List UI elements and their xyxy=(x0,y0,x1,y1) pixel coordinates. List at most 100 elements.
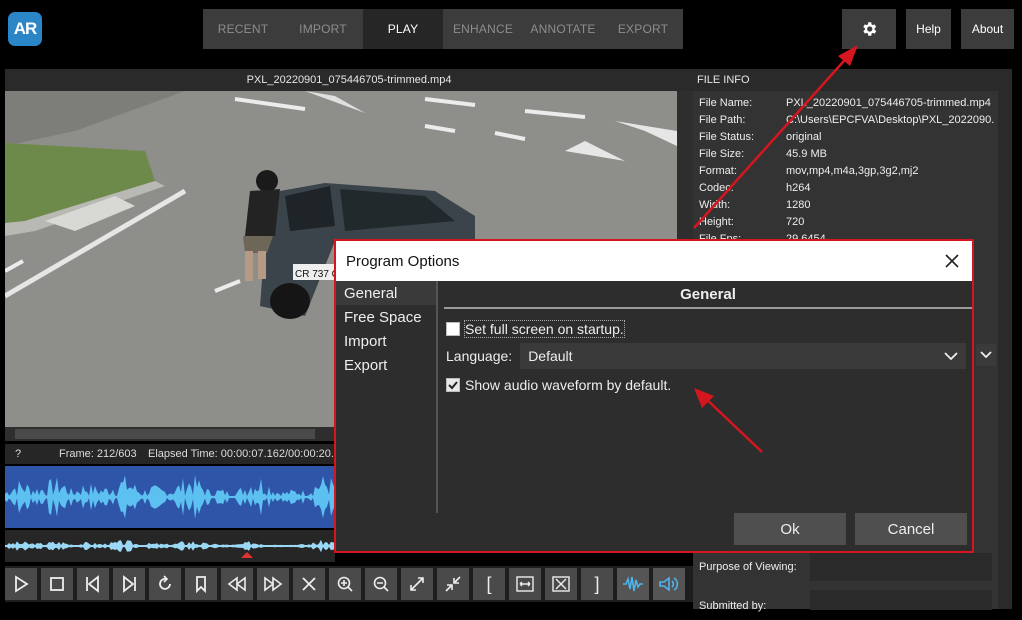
dialog-body: General Set full screen on startup. Lang… xyxy=(444,281,972,513)
file-info-row: Height: 720 xyxy=(699,216,994,228)
file-info-row: Width: 1280 xyxy=(699,199,994,211)
chevron-down-icon xyxy=(944,351,958,360)
expand-button[interactable] xyxy=(401,568,433,600)
zoom-in-button[interactable] xyxy=(329,568,361,600)
close-x-icon xyxy=(302,577,316,591)
main-nav: RECENT IMPORT PLAY ENHANCE ANNOTATE EXPO… xyxy=(203,9,683,49)
gear-icon xyxy=(863,22,877,36)
dialog-title: Program Options xyxy=(346,252,460,270)
tab-play[interactable]: PLAY xyxy=(363,9,443,49)
fullscreen-option[interactable]: Set full screen on startup. xyxy=(446,320,625,338)
zoom-out-button[interactable] xyxy=(365,568,397,600)
mark-out-icon: ] xyxy=(594,573,600,594)
dialog-nav-free-space[interactable]: Free Space xyxy=(336,305,436,329)
about-button[interactable]: About xyxy=(961,9,1014,49)
waveform-toggle-button[interactable] xyxy=(617,568,649,600)
tab-export[interactable]: EXPORT xyxy=(603,9,683,49)
loop-button[interactable] xyxy=(149,568,181,600)
stop-button[interactable] xyxy=(41,568,73,600)
scroll-thumb[interactable] xyxy=(15,429,315,439)
fit-width-button[interactable] xyxy=(509,568,541,600)
fast-forward-icon xyxy=(264,576,283,592)
timeline-graphic xyxy=(5,539,335,558)
file-info-key: Codec: xyxy=(699,182,734,194)
file-info-key: Format: xyxy=(699,165,737,177)
play-button[interactable] xyxy=(5,568,37,600)
file-info-key: Width: xyxy=(699,199,731,211)
playhead-marker[interactable] xyxy=(241,552,253,558)
dialog-nav-export[interactable]: Export xyxy=(336,353,436,377)
section-title: General xyxy=(444,281,972,309)
file-info-row: Format: mov,mp4,m4a,3gp,3g2,mj2 xyxy=(699,165,994,177)
language-select[interactable]: Default xyxy=(520,343,967,369)
fit-width-icon xyxy=(516,576,534,592)
fit-height-icon xyxy=(552,576,570,592)
fullscreen-label: Set full screen on startup. xyxy=(464,320,625,338)
app-logo: AR xyxy=(8,12,42,46)
file-info-key: File Size: xyxy=(699,148,745,160)
next-frame-button[interactable] xyxy=(113,568,145,600)
language-value: Default xyxy=(528,348,573,364)
next-frame-icon xyxy=(123,575,136,593)
tab-recent[interactable]: RECENT xyxy=(203,9,283,49)
dialog-close-button[interactable] xyxy=(940,249,964,273)
fast-forward-button[interactable] xyxy=(257,568,289,600)
file-info-value: h264 xyxy=(786,182,811,194)
file-info-value: PXL_20220901_075446705-trimmed.mp4 xyxy=(786,97,991,109)
file-info-value: original xyxy=(786,131,822,143)
purpose-field[interactable] xyxy=(810,553,992,581)
tab-enhance[interactable]: ENHANCE xyxy=(443,9,523,49)
waveform-icon xyxy=(623,576,643,592)
tab-annotate[interactable]: ANNOTATE xyxy=(523,9,603,49)
volume-icon xyxy=(659,576,679,592)
cancel-button[interactable]: Cancel xyxy=(855,513,967,545)
help-mark[interactable]: ? xyxy=(5,448,59,460)
help-button[interactable]: Help xyxy=(906,9,951,49)
fullscreen-checkbox[interactable] xyxy=(446,322,460,336)
compress-button[interactable] xyxy=(437,568,469,600)
purpose-label: Purpose of Viewing: xyxy=(699,561,797,573)
waveform-graphic xyxy=(5,474,335,520)
dialog-nav-general[interactable]: General xyxy=(336,281,436,305)
file-info-scrollbar[interactable] xyxy=(998,69,1012,609)
loop-icon xyxy=(159,575,171,590)
timeline[interactable] xyxy=(5,530,335,562)
bookmark-icon xyxy=(196,576,206,593)
waveform-label: Show audio waveform by default. xyxy=(465,377,672,393)
prev-frame-button[interactable] xyxy=(77,568,109,600)
frame-counter: Frame: 212/603 xyxy=(59,448,137,460)
file-info-key: File Status: xyxy=(699,131,755,143)
video-title: PXL_20220901_075446705-trimmed.mp4 xyxy=(5,69,693,91)
file-info-key: File Path: xyxy=(699,114,746,126)
dialog-nav: General Free Space Import Export xyxy=(336,281,436,513)
language-label: Language: xyxy=(446,348,513,364)
bookmark-button[interactable] xyxy=(185,568,217,600)
mark-out-button[interactable]: ] xyxy=(581,568,613,600)
file-info-row: File Status: original xyxy=(699,131,994,143)
clear-button[interactable] xyxy=(293,568,325,600)
dialog-divider xyxy=(436,281,438,513)
ok-button[interactable]: Ok xyxy=(734,513,846,545)
settings-button[interactable] xyxy=(842,9,896,49)
checkmark-icon xyxy=(448,381,458,390)
audio-waveform[interactable] xyxy=(5,466,335,528)
dialog-nav-import[interactable]: Import xyxy=(336,329,436,353)
tab-import[interactable]: IMPORT xyxy=(283,9,363,49)
waveform-option[interactable]: Show audio waveform by default. xyxy=(446,377,671,393)
file-info-row: File Name: PXL_20220901_075446705-trimmed… xyxy=(699,97,994,109)
volume-button[interactable] xyxy=(653,568,685,600)
fit-height-button[interactable] xyxy=(545,568,577,600)
rewind-button[interactable] xyxy=(221,568,253,600)
mark-in-button[interactable]: [ xyxy=(473,568,505,600)
zoom-out-icon xyxy=(373,576,389,592)
chevron-down-icon xyxy=(980,351,992,359)
dialog-title-bar: Program Options xyxy=(336,241,972,281)
panel-dropdown-arrow[interactable] xyxy=(976,344,996,366)
waveform-checkbox[interactable] xyxy=(446,378,460,392)
file-info-value: C:\Users\EPCFVA\Desktop\PXL_2022090... xyxy=(786,114,994,126)
prev-frame-icon xyxy=(86,575,99,593)
file-info-value: 720 xyxy=(786,216,805,228)
close-icon xyxy=(945,254,959,268)
file-info-value: mov,mp4,m4a,3gp,3g2,mj2 xyxy=(786,165,919,177)
submitted-field[interactable] xyxy=(810,590,992,610)
